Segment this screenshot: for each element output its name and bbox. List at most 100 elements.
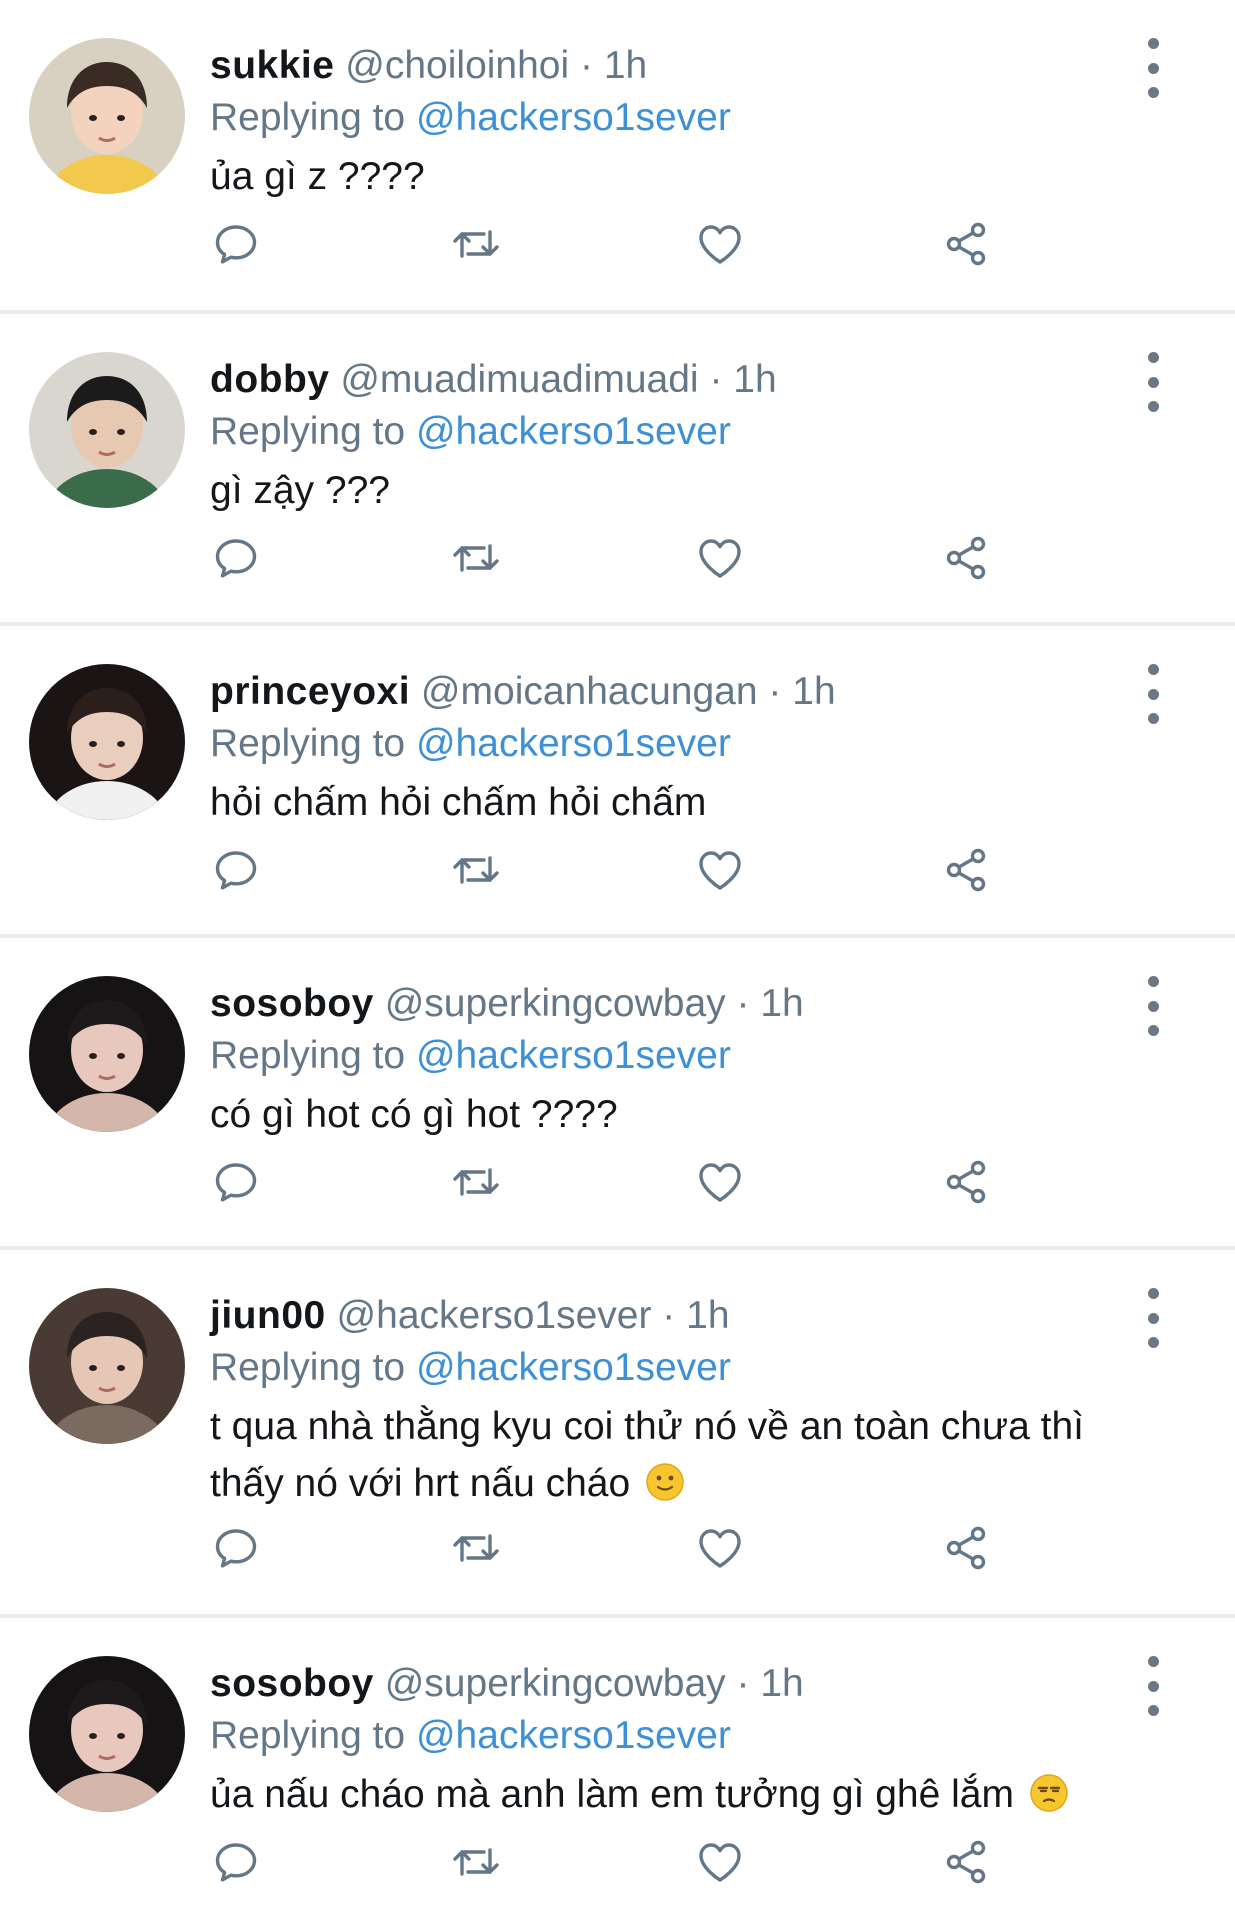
reply-icon[interactable] xyxy=(210,1522,262,1574)
replying-to-line: Replying to @hackerso1sever xyxy=(210,1030,731,1082)
mention-link[interactable]: @hackerso1sever xyxy=(416,722,731,765)
retweet-icon[interactable] xyxy=(450,532,502,584)
like-icon[interactable] xyxy=(694,844,746,896)
separator-dot: · xyxy=(580,44,593,87)
retweet-icon[interactable] xyxy=(450,1156,502,1208)
share-icon[interactable] xyxy=(940,1836,992,1888)
separator-dot: · xyxy=(709,358,723,401)
retweet-icon[interactable] xyxy=(450,844,502,896)
replying-to-line: Replying to @hackerso1sever xyxy=(210,92,731,144)
separator-dot: · xyxy=(736,982,750,1025)
reply-text-content: có gì hot có gì hot ???? xyxy=(210,1093,618,1136)
reply-item[interactable]: sosoboy @superkingcowbay · 1h Replying t… xyxy=(0,938,1235,1246)
reply-text: có gì hot có gì hot ???? xyxy=(210,1086,1160,1143)
unamused-face-icon xyxy=(1029,1772,1069,1812)
reply-icon[interactable] xyxy=(210,532,262,584)
avatar[interactable] xyxy=(29,1288,185,1444)
display-name[interactable]: jiun00 xyxy=(210,1294,326,1337)
reply-item[interactable]: sosoboy @superkingcowbay · 1h Replying t… xyxy=(0,1618,1235,1920)
replying-to-line: Replying to @hackerso1sever xyxy=(210,1342,731,1394)
reply-item[interactable]: dobby @muadimuadimuadi · 1h Replying to … xyxy=(0,314,1235,622)
display-name[interactable]: sosoboy xyxy=(210,982,374,1025)
display-name[interactable]: sosoboy xyxy=(210,1662,374,1705)
action-bar xyxy=(210,1522,1030,1578)
reply-item[interactable]: sukkie @choiloinhoi · 1h Replying to @ha… xyxy=(0,0,1235,310)
share-icon[interactable] xyxy=(940,218,992,270)
reply-text: ủa gì z ???? xyxy=(210,148,1160,205)
timestamp: 1h xyxy=(760,982,804,1025)
action-bar xyxy=(210,1156,1030,1212)
avatar[interactable] xyxy=(29,38,185,194)
reply-header: sukkie @choiloinhoi · 1h xyxy=(210,40,1115,92)
timestamp: 1h xyxy=(603,44,648,87)
more-options-icon[interactable] xyxy=(1133,352,1173,412)
more-options-icon[interactable] xyxy=(1133,1288,1173,1348)
more-options-icon[interactable] xyxy=(1133,664,1173,724)
user-handle[interactable]: @choiloinhoi xyxy=(345,44,569,87)
replying-to-line: Replying to @hackerso1sever xyxy=(210,718,731,770)
retweet-icon[interactable] xyxy=(450,1836,502,1888)
replying-to-line: Replying to @hackerso1sever xyxy=(210,1710,731,1762)
replying-to-line: Replying to @hackerso1sever xyxy=(210,406,731,458)
action-bar xyxy=(210,532,1030,588)
reply-text: gì zậy ??? xyxy=(210,462,1160,519)
more-options-icon[interactable] xyxy=(1133,38,1173,98)
reply-text-content: hỏi chấm hỏi chấm hỏi chấm xyxy=(210,781,707,824)
reply-header: sosoboy @superkingcowbay · 1h xyxy=(210,978,1115,1030)
display-name[interactable]: sukkie xyxy=(210,44,334,87)
reply-icon[interactable] xyxy=(210,218,262,270)
like-icon[interactable] xyxy=(694,1156,746,1208)
like-icon[interactable] xyxy=(694,1522,746,1574)
share-icon[interactable] xyxy=(940,532,992,584)
mention-link[interactable]: @hackerso1sever xyxy=(416,1346,731,1389)
more-options-icon[interactable] xyxy=(1133,1656,1173,1716)
user-handle[interactable]: @moicanhacungan xyxy=(421,670,758,713)
avatar[interactable] xyxy=(29,976,185,1132)
timestamp: 1h xyxy=(760,1662,804,1705)
reply-text: t qua nhà thằng kyu coi thử nó về an toà… xyxy=(210,1398,1160,1512)
timestamp: 1h xyxy=(733,358,777,401)
retweet-icon[interactable] xyxy=(450,1522,502,1574)
retweet-icon[interactable] xyxy=(450,218,502,270)
more-options-icon[interactable] xyxy=(1133,976,1173,1036)
action-bar xyxy=(210,844,1030,900)
reply-header: jiun00 @hackerso1sever · 1h xyxy=(210,1290,1115,1342)
reply-header: sosoboy @superkingcowbay · 1h xyxy=(210,1658,1115,1710)
share-icon[interactable] xyxy=(940,1522,992,1574)
reply-icon[interactable] xyxy=(210,1156,262,1208)
separator-dot: · xyxy=(768,670,782,713)
replying-to-label: Replying to xyxy=(210,1034,406,1077)
timestamp: 1h xyxy=(792,670,836,713)
reply-header: dobby @muadimuadimuadi · 1h xyxy=(210,354,1115,406)
replying-to-label: Replying to xyxy=(210,722,406,765)
user-handle[interactable]: @hackerso1sever xyxy=(337,1294,652,1337)
like-icon[interactable] xyxy=(694,532,746,584)
mention-link[interactable]: @hackerso1sever xyxy=(416,410,731,453)
reply-item[interactable]: jiun00 @hackerso1sever · 1h Replying to … xyxy=(0,1250,1235,1614)
replying-to-label: Replying to xyxy=(210,1714,406,1757)
avatar[interactable] xyxy=(29,664,185,820)
reply-text: hỏi chấm hỏi chấm hỏi chấm xyxy=(210,774,1160,831)
avatar[interactable] xyxy=(29,352,185,508)
mention-link[interactable]: @hackerso1sever xyxy=(416,96,731,139)
like-icon[interactable] xyxy=(694,218,746,270)
mention-link[interactable]: @hackerso1sever xyxy=(416,1714,731,1757)
action-bar xyxy=(210,1836,1030,1892)
reply-text-content: gì zậy ??? xyxy=(210,469,390,512)
user-handle[interactable]: @muadimuadimuadi xyxy=(340,358,698,401)
reply-icon[interactable] xyxy=(210,1836,262,1888)
replying-to-label: Replying to xyxy=(210,1346,406,1389)
separator-dot: · xyxy=(736,1662,750,1705)
reply-icon[interactable] xyxy=(210,844,262,896)
like-icon[interactable] xyxy=(694,1836,746,1888)
display-name[interactable]: princeyoxi xyxy=(210,670,410,713)
display-name[interactable]: dobby xyxy=(210,358,329,401)
mention-link[interactable]: @hackerso1sever xyxy=(416,1034,731,1077)
avatar[interactable] xyxy=(29,1656,185,1812)
user-handle[interactable]: @superkingcowbay xyxy=(385,982,726,1025)
user-handle[interactable]: @superkingcowbay xyxy=(385,1662,726,1705)
share-icon[interactable] xyxy=(940,1156,992,1208)
replying-to-label: Replying to xyxy=(210,410,406,453)
share-icon[interactable] xyxy=(940,844,992,896)
reply-item[interactable]: princeyoxi @moicanhacungan · 1h Replying… xyxy=(0,626,1235,934)
